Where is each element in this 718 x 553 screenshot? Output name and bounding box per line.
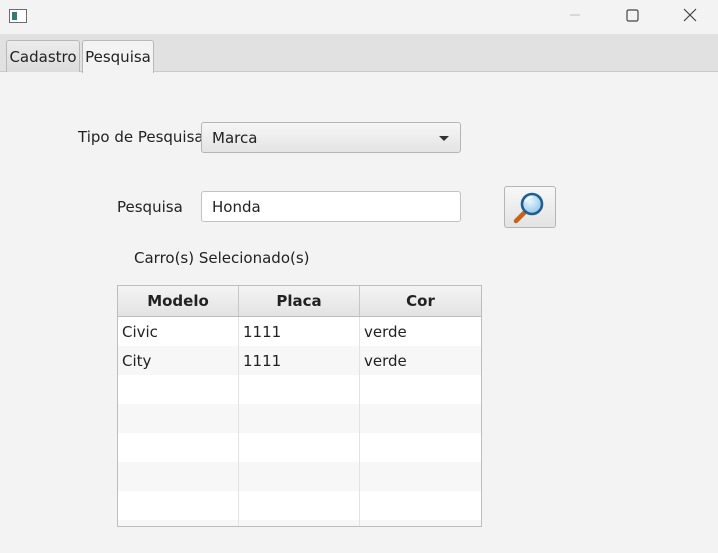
empty-table-row (118, 520, 481, 526)
column-header-placa[interactable]: Placa (239, 286, 360, 316)
empty-cell (118, 375, 239, 404)
empty-cell (239, 520, 360, 526)
empty-cell (118, 520, 239, 526)
magnifier-icon (513, 192, 544, 224)
table-header: Modelo Placa Cor (118, 286, 481, 317)
tipo-de-pesquisa-select[interactable]: Marca (201, 122, 461, 153)
empty-cell (239, 375, 360, 404)
minimize-button[interactable] (552, 0, 598, 30)
cell-cor: verde (364, 322, 407, 341)
results-table[interactable]: Modelo Placa Cor Civic 1111 verde City 1… (117, 285, 482, 527)
empty-cell (118, 433, 239, 462)
close-icon (683, 8, 697, 22)
tab-pesquisa[interactable]: Pesquisa (82, 40, 154, 73)
empty-table-row (118, 375, 481, 404)
tab-cadastro[interactable]: Cadastro (6, 40, 80, 72)
carros-selecionados-caption: Carro(s) Selecionado(s) (134, 249, 310, 267)
empty-table-row (118, 404, 481, 433)
empty-cell (118, 491, 239, 520)
maximize-icon (625, 8, 639, 22)
empty-cell (360, 404, 481, 433)
empty-cell (360, 433, 481, 462)
cell-cor: verde (364, 351, 407, 370)
empty-cell (360, 520, 481, 526)
cell-modelo: City (118, 346, 239, 375)
empty-cell (239, 491, 360, 520)
empty-table-row (118, 462, 481, 491)
pesquisa-label: Pesquisa (117, 198, 183, 216)
table-row[interactable]: Civic 1111 verde (118, 317, 481, 346)
empty-cell (360, 462, 481, 491)
chevron-down-icon (439, 136, 449, 141)
tipo-de-pesquisa-label: Tipo de Pesquisa (78, 128, 204, 146)
title-bar (0, 0, 718, 34)
column-header-modelo[interactable]: Modelo (118, 286, 239, 316)
empty-table-row (118, 491, 481, 520)
cell-placa: 1111 (239, 346, 360, 375)
empty-cell (118, 404, 239, 433)
minimize-icon (570, 14, 580, 16)
empty-cell (239, 404, 360, 433)
empty-cell (360, 375, 481, 404)
table-row[interactable]: City 1111 verde (118, 346, 481, 375)
search-button[interactable] (504, 186, 556, 228)
empty-cell (239, 433, 360, 462)
column-header-cor[interactable]: Cor (360, 286, 481, 316)
app-window-icon (9, 9, 27, 23)
empty-cell (360, 491, 481, 520)
tipo-de-pesquisa-value: Marca (212, 128, 258, 147)
empty-cell (239, 462, 360, 491)
tab-bar: Cadastro Pesquisa (0, 34, 718, 73)
maximize-button[interactable] (609, 0, 655, 30)
cell-modelo: Civic (118, 317, 239, 346)
pesquisa-input[interactable] (201, 191, 461, 222)
empty-cell (118, 462, 239, 491)
empty-table-row (118, 433, 481, 462)
cell-placa: 1111 (239, 317, 360, 346)
close-button[interactable] (667, 0, 713, 30)
